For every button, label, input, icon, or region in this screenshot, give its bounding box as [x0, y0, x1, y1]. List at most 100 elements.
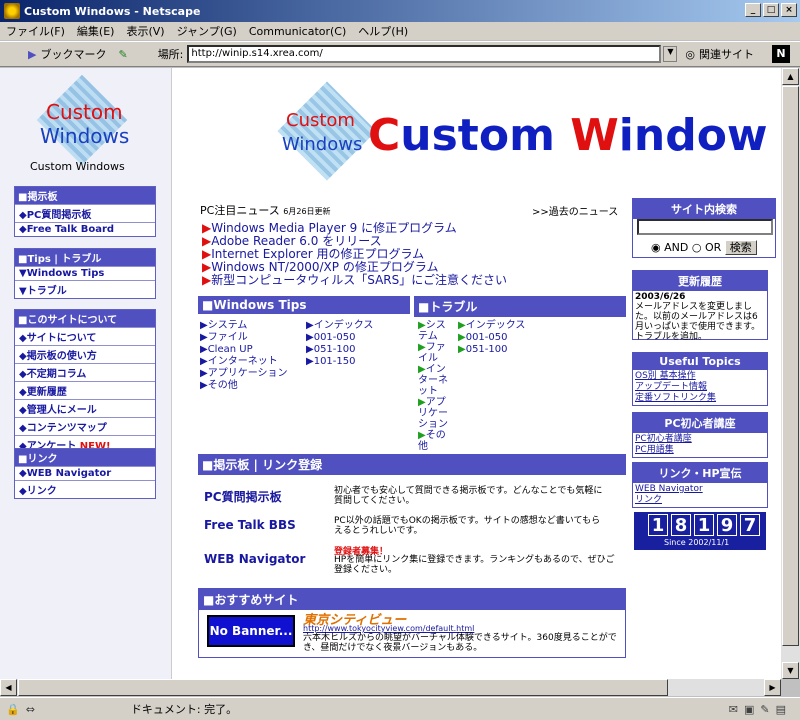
wtips-link[interactable]: インターネット: [208, 356, 278, 367]
url-dropdown-icon[interactable]: ▼: [663, 46, 678, 62]
counter-digit: 9: [717, 514, 737, 536]
related-icon[interactable]: ◎: [685, 48, 695, 61]
linkhp-link[interactable]: リンク: [635, 495, 765, 506]
or-label: OR: [704, 241, 722, 254]
sidebar-item-windows-tips[interactable]: ▼Windows Tips: [15, 266, 155, 280]
bbs-row-name[interactable]: PC質問掲示板: [204, 488, 282, 505]
sidebar-item-bbs-usage[interactable]: ◆掲示板の使い方: [15, 345, 155, 363]
wtips-link[interactable]: 051-100: [314, 344, 356, 355]
wtips-link[interactable]: アプリケーション: [208, 368, 288, 379]
wtips-link[interactable]: 101-150: [314, 356, 356, 367]
useful-header: Useful Topics: [633, 353, 767, 370]
left-sidebar: Custom Windows Custom Windows ■掲示板 ◆PC質問…: [0, 68, 172, 679]
bbs-row-name[interactable]: WEB Navigator: [204, 552, 305, 566]
history-date: 2003/6/26: [635, 292, 686, 302]
links-header: ■リンク: [15, 449, 155, 466]
useful-topics-box: Useful Topics OS別 基本操作 アップデート情報 定番ソフトリンク…: [632, 352, 768, 406]
menu-help[interactable]: ヘルプ(H): [352, 23, 414, 39]
history-text: メールアドレスを変更しました。以前のメールアドレスは6月いっぱいまで使用できます…: [635, 302, 761, 342]
security-icon[interactable]: 🔒: [6, 703, 20, 716]
related-sites-button[interactable]: 関連サイト: [699, 46, 754, 62]
connection-icon: ⇔: [25, 702, 35, 716]
wtips-link[interactable]: システム: [208, 320, 248, 331]
or-radio[interactable]: ○: [692, 241, 702, 254]
sidebar-item-mail[interactable]: ◆管理人にメール: [15, 399, 155, 417]
tips-header: ■Tips | トラブル: [15, 249, 155, 266]
link-hp-box: リンク・HP宣伝 WEB Navigator リンク: [632, 462, 768, 508]
and-radio[interactable]: ◉: [651, 241, 661, 254]
linkhp-link[interactable]: WEB Navigator: [635, 484, 765, 495]
about-box: ■このサイトについて ◆サイトについて ◆掲示板の使い方 ◆不定期コラム ◆更新…: [14, 309, 156, 454]
useful-link[interactable]: OS別 基本操作: [635, 371, 765, 382]
useful-link[interactable]: 定番ソフトリンク集: [635, 393, 765, 404]
useful-link[interactable]: アップデート情報: [635, 382, 765, 393]
banner-logo-text-2: Windows: [282, 134, 363, 155]
recommend-url[interactable]: http://www.tokyocityview.com/default.htm…: [303, 624, 474, 633]
scroll-up-icon[interactable]: ▲: [782, 68, 799, 85]
scroll-left-icon[interactable]: ◀: [0, 679, 17, 696]
recommend-desc: 六本木ヒルズからの眺望がバーチャル体験できるサイト。360度見ることができ、昼間…: [303, 633, 617, 653]
wtips-link[interactable]: Clean UP: [208, 344, 253, 355]
sidebar-item-web-navigator[interactable]: ◆WEB Navigator: [15, 466, 155, 480]
trouble-link[interactable]: 001-050: [466, 332, 508, 343]
beginner-header: PC初心者講座: [633, 413, 767, 433]
sidebar-item-pc-question[interactable]: ◆PC質問掲示板: [15, 204, 155, 222]
menu-view[interactable]: 表示(V): [120, 23, 170, 39]
sidebar-item-column[interactable]: ◆不定期コラム: [15, 363, 155, 381]
search-header: サイト内検索: [633, 199, 775, 219]
maximize-button[interactable]: □: [763, 3, 779, 17]
sidebar-item-links[interactable]: ◆リンク: [15, 480, 155, 498]
trouble-link[interactable]: インデックス: [466, 320, 526, 331]
past-news-link[interactable]: >>過去のニュース: [532, 203, 618, 218]
menu-go[interactable]: ジャンプ(G): [171, 23, 243, 39]
search-input[interactable]: [637, 219, 773, 235]
wtips-link[interactable]: 001-050: [314, 332, 356, 343]
wtips-col1: ▶システム ▶ファイル ▶Clean UP ▶インターネット ▶アプリケーション…: [200, 320, 288, 391]
wtips-link[interactable]: インデックス: [314, 320, 374, 331]
scroll-thumb[interactable]: [782, 86, 799, 646]
bookmark-icon[interactable]: ▶: [28, 48, 36, 61]
scroll-right-icon[interactable]: ▶: [764, 679, 781, 696]
beginner-link[interactable]: PC用語集: [635, 445, 765, 456]
sidebar-item-free-talk[interactable]: ◆Free Talk Board: [15, 222, 155, 236]
menu-edit[interactable]: 編集(E): [71, 23, 121, 39]
netscape-logo-icon: N: [772, 45, 791, 63]
bbs-row-desc: 初心者でも安心して質問できる掲示板です。どんなことでも気軽に質問してください。: [334, 486, 603, 506]
recommend-header: ■おすすめサイト: [199, 589, 625, 610]
location-icon: ✎: [118, 47, 128, 61]
no-banner-button[interactable]: No Banner...: [207, 615, 295, 647]
menu-communicator[interactable]: Communicator(C): [243, 25, 352, 38]
tips-box: ■Tips | トラブル ▼Windows Tips ▼トラブル: [14, 248, 156, 299]
trouble-link[interactable]: 051-100: [466, 344, 508, 355]
sidebar-item-contents-map[interactable]: ◆コンテンツマップ: [15, 417, 155, 435]
menu-file[interactable]: ファイル(F): [0, 23, 71, 39]
close-button[interactable]: ×: [781, 3, 797, 17]
scroll-down-icon[interactable]: ▼: [782, 662, 799, 679]
vertical-scrollbar[interactable]: ▲ ▼: [781, 68, 800, 679]
menu-bar: ファイル(F) 編集(E) 表示(V) ジャンプ(G) Communicator…: [0, 22, 800, 40]
wtips-link[interactable]: その他: [208, 380, 238, 391]
bbs-row-name[interactable]: Free Talk BBS: [204, 518, 296, 532]
wtips-link[interactable]: ファイル: [208, 332, 248, 343]
bbs-row-desc: PC以外の話題でもOKの掲示板です。サイトの感想など書いてもらえるとうれしいです…: [334, 516, 601, 536]
url-input[interactable]: http://winip.s14.xrea.com/: [187, 45, 662, 63]
sidebar-item-history[interactable]: ◆更新履歴: [15, 381, 155, 399]
beginner-link[interactable]: PC初心者講座: [635, 434, 765, 445]
netscape-icon: [4, 3, 20, 19]
windows-tips-header: ■Windows Tips: [198, 296, 410, 314]
bookmark-button[interactable]: ブックマーク: [40, 46, 106, 62]
sidebar-item-trouble[interactable]: ▼トラブル: [15, 280, 155, 298]
bbs-row-desc: HPを簡単にリンク集に登録できます。ランキングもあるので、ぜひご登録ください。: [334, 555, 615, 575]
trouble-header: ■トラブル: [414, 296, 626, 317]
counter-digit: 8: [671, 514, 691, 536]
search-button[interactable]: 検索: [724, 240, 757, 255]
sidebar-item-about[interactable]: ◆サイトについて: [15, 327, 155, 345]
minimize-button[interactable]: _: [745, 3, 761, 17]
hscroll-thumb[interactable]: [18, 679, 668, 696]
news-item[interactable]: ▶新型コンピュータウィルス「SARS」にご注意ください: [202, 274, 507, 287]
component-bar-icon[interactable]: ✉▣✎▤: [729, 703, 792, 716]
sidebar-logo: Custom Windows: [36, 74, 130, 168]
logo-caption: Custom Windows: [30, 160, 125, 173]
banner-title: Custom Window: [368, 110, 768, 161]
horizontal-scrollbar[interactable]: ◀ ▶: [0, 679, 781, 696]
